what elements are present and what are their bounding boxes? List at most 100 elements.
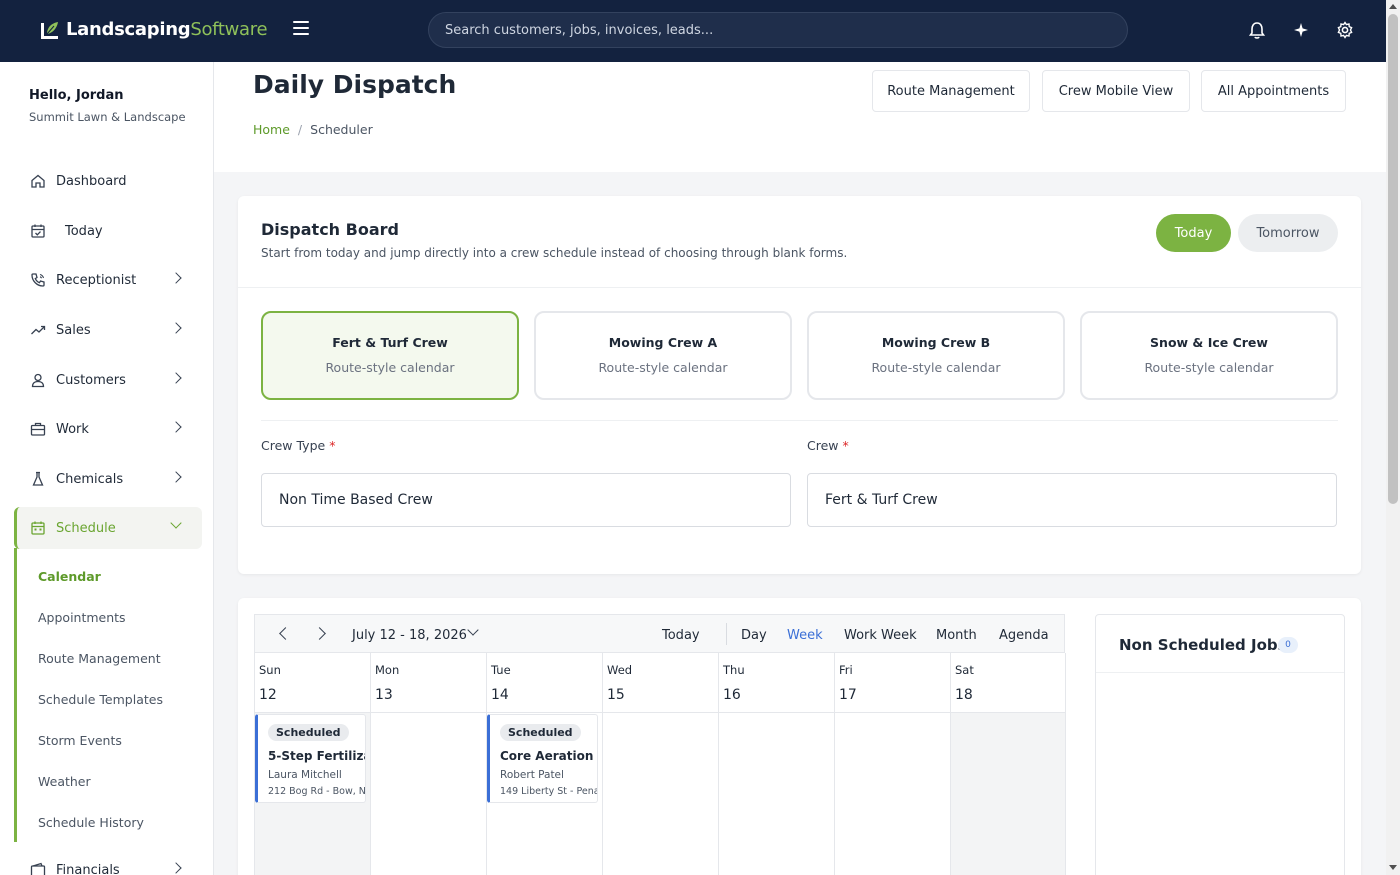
trend-icon xyxy=(31,325,46,335)
day-column-mon[interactable]: Mon 13 xyxy=(371,653,487,875)
day-header: Sun 12 xyxy=(255,653,370,713)
calendar-check-icon xyxy=(31,224,45,238)
appointment-card[interactable]: Scheduled Core Aeration + Overseed Rober… xyxy=(487,714,598,803)
sidebar-subitem-appointments[interactable]: Appointments xyxy=(38,610,126,625)
home-icon xyxy=(31,174,45,188)
sidebar-item-today[interactable]: Today xyxy=(14,210,202,252)
sidebar-item-financials[interactable]: Financials xyxy=(14,849,202,875)
date-range-picker[interactable]: July 12 - 18, 2026 xyxy=(352,628,467,643)
panel-header: Non Scheduled Jobs 0 xyxy=(1096,615,1344,673)
dispatch-board-card: Dispatch Board Start from today and jump… xyxy=(238,196,1361,574)
sidebar-subitem-route-management[interactable]: Route Management xyxy=(38,651,161,666)
chevron-right-icon xyxy=(170,372,182,384)
next-week-icon[interactable] xyxy=(313,627,326,640)
gear-icon[interactable] xyxy=(1335,20,1355,40)
sidebar-item-receptionist[interactable]: Receptionist xyxy=(14,259,202,301)
tomorrow-toggle-button[interactable]: Tomorrow xyxy=(1238,214,1338,252)
crew-select[interactable]: Fert & Turf Crew xyxy=(807,473,1337,527)
sidebar-item-work[interactable]: Work xyxy=(14,408,202,450)
day-column-thu[interactable]: Thu 16 xyxy=(719,653,835,875)
appointment-address: 149 Liberty St - Penacook xyxy=(500,786,598,797)
view-week-button[interactable]: Week xyxy=(787,628,823,643)
page-title: Daily Dispatch xyxy=(253,70,457,99)
sidebar-subitem-schedule-history[interactable]: Schedule History xyxy=(38,815,144,830)
breadcrumb-current: Scheduler xyxy=(310,122,373,137)
divider xyxy=(726,623,727,645)
crew-card-fert-turf[interactable]: Fert & Turf Crew Route-style calendar xyxy=(261,311,519,400)
chevron-right-icon xyxy=(170,421,182,433)
crew-card-mowing-a[interactable]: Mowing Crew A Route-style calendar xyxy=(534,311,792,400)
required-mark: * xyxy=(329,438,336,453)
day-column-tue[interactable]: Tue14 Scheduled Core Aeration + Overseed… xyxy=(487,653,603,875)
breadcrumb-home[interactable]: Home xyxy=(253,122,290,137)
prev-week-icon[interactable] xyxy=(279,627,292,640)
sidebar-subitem-calendar[interactable]: Calendar xyxy=(38,569,101,584)
view-month-button[interactable]: Month xyxy=(936,628,977,643)
chevron-right-icon xyxy=(170,471,182,483)
sidebar-item-schedule[interactable]: Schedule xyxy=(14,507,202,549)
day-header: Thu 16 xyxy=(719,653,834,713)
sidebar: Hello, Jordan Summit Lawn & Landscape Da… xyxy=(0,62,214,875)
crew-label: Crew * xyxy=(807,438,849,453)
day-column-sat[interactable]: Sat 18 xyxy=(951,653,1066,875)
appointment-customer: Robert Patel xyxy=(500,769,564,781)
sidebar-subitem-storm-events[interactable]: Storm Events xyxy=(38,733,122,748)
menu-toggle-icon[interactable] xyxy=(293,21,309,35)
chevron-down-icon xyxy=(170,517,182,529)
day-header: Fri 17 xyxy=(835,653,950,713)
day-column-wed[interactable]: Wed 15 xyxy=(603,653,719,875)
subnav-indicator xyxy=(14,548,17,842)
sidebar-item-dashboard[interactable]: Dashboard xyxy=(14,160,202,202)
divider xyxy=(238,287,1361,288)
crew-name: Fert & Turf Crew xyxy=(332,335,448,350)
appointment-customer: Laura Mitchell xyxy=(268,769,342,781)
today-toggle-button[interactable]: Today xyxy=(1156,214,1231,252)
sidebar-subitem-weather[interactable]: Weather xyxy=(38,774,91,789)
logo[interactable]: LandscapingSoftware xyxy=(40,19,268,40)
appointment-title: 5-Step Fertilization xyxy=(268,749,365,763)
sparkle-icon[interactable] xyxy=(1291,20,1311,40)
global-search-input[interactable] xyxy=(428,12,1128,48)
weekend-shade xyxy=(951,713,1065,875)
all-appointments-button[interactable]: All Appointments xyxy=(1201,70,1346,112)
top-navbar: LandscapingSoftware xyxy=(0,0,1386,62)
calendar-today-button[interactable]: Today xyxy=(662,628,700,643)
crew-type: Route-style calendar xyxy=(598,360,728,375)
sidebar-subitem-schedule-templates[interactable]: Schedule Templates xyxy=(38,692,163,707)
crew-card-mowing-b[interactable]: Mowing Crew B Route-style calendar xyxy=(807,311,1065,400)
crew-mobile-view-button[interactable]: Crew Mobile View xyxy=(1042,70,1190,112)
day-header: Wed 15 xyxy=(603,653,718,713)
leaf-logo-icon xyxy=(41,21,58,39)
status-badge: Scheduled xyxy=(268,724,349,741)
chevron-down-icon[interactable] xyxy=(467,624,479,636)
chevron-right-icon xyxy=(170,862,182,874)
day-header: Tue 14 xyxy=(487,653,602,713)
sidebar-item-chemicals[interactable]: Chemicals xyxy=(14,458,202,500)
divider xyxy=(261,420,1338,421)
scrollbar-thumb[interactable] xyxy=(1388,14,1398,504)
view-day-button[interactable]: Day xyxy=(741,628,767,643)
sidebar-item-customers[interactable]: Customers xyxy=(14,359,202,401)
required-mark: * xyxy=(842,438,849,453)
view-agenda-button[interactable]: Agenda xyxy=(999,628,1049,643)
non-scheduled-jobs-title: Non Scheduled Jobs xyxy=(1119,636,1287,654)
route-management-button[interactable]: Route Management xyxy=(872,70,1030,112)
day-column-fri[interactable]: Fri 17 xyxy=(835,653,951,875)
appointment-card[interactable]: Scheduled 5-Step Fertilization Laura Mit… xyxy=(255,714,366,803)
sidebar-item-sales[interactable]: Sales xyxy=(14,309,202,351)
day-header: Sat 18 xyxy=(951,653,1065,713)
crew-name: Mowing Crew B xyxy=(881,335,991,350)
bell-icon[interactable] xyxy=(1247,20,1267,40)
crew-type-label: Crew Type * xyxy=(261,438,336,453)
appointment-title: Core Aeration + Overseed xyxy=(500,749,597,763)
crew-type-select[interactable]: Non Time Based Crew xyxy=(261,473,791,527)
company-name: Summit Lawn & Landscape xyxy=(29,110,186,124)
view-work-week-button[interactable]: Work Week xyxy=(844,628,917,643)
users-icon xyxy=(31,373,45,388)
crew-card-snow-ice[interactable]: Snow & Ice Crew Route-style calendar xyxy=(1080,311,1338,400)
crew-name: Mowing Crew A xyxy=(608,335,718,350)
day-column-sun[interactable]: Sun12 Scheduled 5-Step Fertilization Lau… xyxy=(255,653,371,875)
scroll-down-icon[interactable] xyxy=(1389,865,1397,870)
scroll-up-icon[interactable] xyxy=(1389,4,1397,9)
crew-type: Route-style calendar xyxy=(1144,360,1274,375)
